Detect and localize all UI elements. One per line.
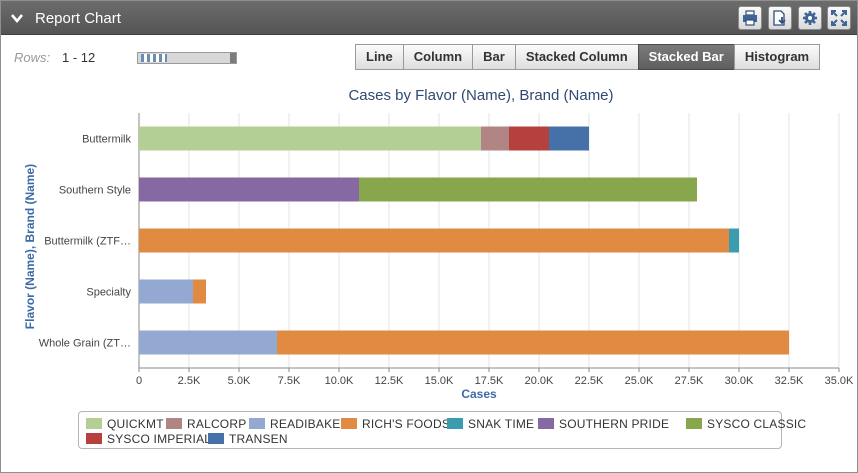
x-tick-label: 25.0K bbox=[625, 375, 654, 387]
x-tick-label: 20.0K bbox=[525, 375, 554, 387]
legend-label: SNAK TIME bbox=[468, 417, 535, 431]
x-tick-label: 12.5K bbox=[375, 375, 404, 387]
legend-label: SYSCO CLASSIC bbox=[707, 417, 807, 431]
report-chart-panel: Report Chart Rows: 1 - 12 Line Column Ba… bbox=[0, 0, 858, 473]
chart-type-tab-line[interactable]: Line bbox=[355, 44, 404, 70]
fullscreen-icon bbox=[831, 10, 847, 26]
x-tick-label: 10.0K bbox=[325, 375, 354, 387]
chevron-down-icon[interactable] bbox=[10, 11, 24, 25]
legend-label: TRANSEN bbox=[229, 432, 288, 446]
gear-icon bbox=[803, 11, 817, 25]
rows-range-value: 1 - 12 bbox=[62, 50, 96, 65]
panel-titlebar: Report Chart bbox=[1, 1, 857, 35]
legend-label: READIBAKE bbox=[270, 417, 341, 431]
export-icon bbox=[773, 10, 786, 26]
legend-swatch bbox=[86, 418, 102, 429]
chart-type-tab-histogram[interactable]: Histogram bbox=[733, 44, 821, 70]
bar-readibake-4 bbox=[139, 330, 277, 355]
bar-transen-0 bbox=[549, 126, 589, 151]
chart-type-tab-column[interactable]: Column bbox=[402, 44, 474, 70]
x-tick-label: 22.5K bbox=[575, 375, 604, 387]
legend-label: SOUTHERN PRIDE bbox=[559, 417, 670, 431]
bar-snak-time-2 bbox=[729, 228, 739, 253]
bar-southern-pride-1 bbox=[139, 177, 359, 202]
legend-label: RALCORP bbox=[187, 417, 247, 431]
rows-slider-end bbox=[230, 53, 236, 63]
rows-label: Rows: bbox=[14, 50, 51, 65]
x-tick-label: 2.5K bbox=[178, 375, 201, 387]
legend-swatch bbox=[86, 433, 102, 444]
legend-swatch bbox=[341, 418, 357, 429]
panel-title: Report Chart bbox=[35, 10, 121, 27]
bar-rich-s-foods-4 bbox=[277, 330, 789, 355]
chart-title: Cases by Flavor (Name), Brand (Name) bbox=[348, 87, 613, 104]
x-tick-label: 30.0K bbox=[725, 375, 754, 387]
x-tick-label: 5.0K bbox=[228, 375, 251, 387]
y-axis-title: Flavor (Name), Brand (Name) bbox=[23, 164, 37, 329]
rows-slider[interactable] bbox=[137, 52, 237, 64]
bar-readibake-3 bbox=[139, 279, 193, 304]
legend-swatch bbox=[538, 418, 554, 429]
export-button[interactable] bbox=[768, 6, 792, 30]
x-tick-label: 32.5K bbox=[775, 375, 804, 387]
bar-quickmt-0 bbox=[139, 126, 481, 151]
bar-ralcorp-0 bbox=[481, 126, 509, 151]
x-tick-label: 27.5K bbox=[675, 375, 704, 387]
legend-swatch bbox=[166, 418, 182, 429]
x-tick-label: 35.0K bbox=[825, 375, 854, 387]
bar-rich-s-foods-2 bbox=[139, 228, 729, 253]
print-icon bbox=[743, 10, 757, 26]
bar-sysco-imperial-0 bbox=[509, 126, 549, 151]
y-category-label: Buttermilk bbox=[82, 134, 131, 146]
x-tick-label: 0 bbox=[136, 375, 142, 387]
legend-label: SYSCO IMPERIAL bbox=[107, 432, 212, 446]
bar-rich-s-foods-3 bbox=[193, 279, 206, 304]
legend-label: RICH'S FOODS bbox=[362, 417, 451, 431]
legend-swatch bbox=[249, 418, 265, 429]
x-tick-label: 15.0K bbox=[425, 375, 454, 387]
chart-legend: QUICKMT RALCORP READIBAKE RICH'S FOODS SNAK … bbox=[78, 411, 806, 449]
chart-type-tab-stacked-column[interactable]: Stacked Column bbox=[514, 44, 639, 70]
print-button[interactable] bbox=[738, 6, 762, 30]
y-category-label: Southern Style bbox=[59, 185, 131, 197]
settings-button[interactable] bbox=[798, 6, 822, 30]
stacked-bar-chart: Cases by Flavor (Name), Brand (Name) 0 2.5… bbox=[23, 87, 854, 401]
legend-swatch bbox=[208, 433, 224, 444]
bar-sysco-classic-1 bbox=[359, 177, 697, 202]
legend-label: QUICKMT bbox=[107, 417, 164, 431]
legend-swatch bbox=[686, 418, 702, 429]
chart-type-tab-stacked-bar[interactable]: Stacked Bar bbox=[637, 44, 735, 70]
rows-slider-thumb[interactable] bbox=[141, 54, 167, 62]
fullscreen-button[interactable] bbox=[827, 6, 851, 30]
x-tick-label: 7.5K bbox=[278, 375, 301, 387]
legend-swatch bbox=[447, 418, 463, 429]
y-category-label: Whole Grain (ZT… bbox=[39, 338, 131, 350]
y-category-label: Specialty bbox=[86, 287, 131, 299]
y-category-label: Buttermilk (ZTF… bbox=[44, 236, 131, 248]
chart-type-tabs: Line Column Bar Stacked Column Stacked Bar Hi… bbox=[355, 44, 821, 70]
x-axis-title: Cases bbox=[461, 387, 497, 401]
chart-type-tab-bar[interactable]: Bar bbox=[472, 44, 516, 70]
x-tick-label: 17.5K bbox=[475, 375, 504, 387]
